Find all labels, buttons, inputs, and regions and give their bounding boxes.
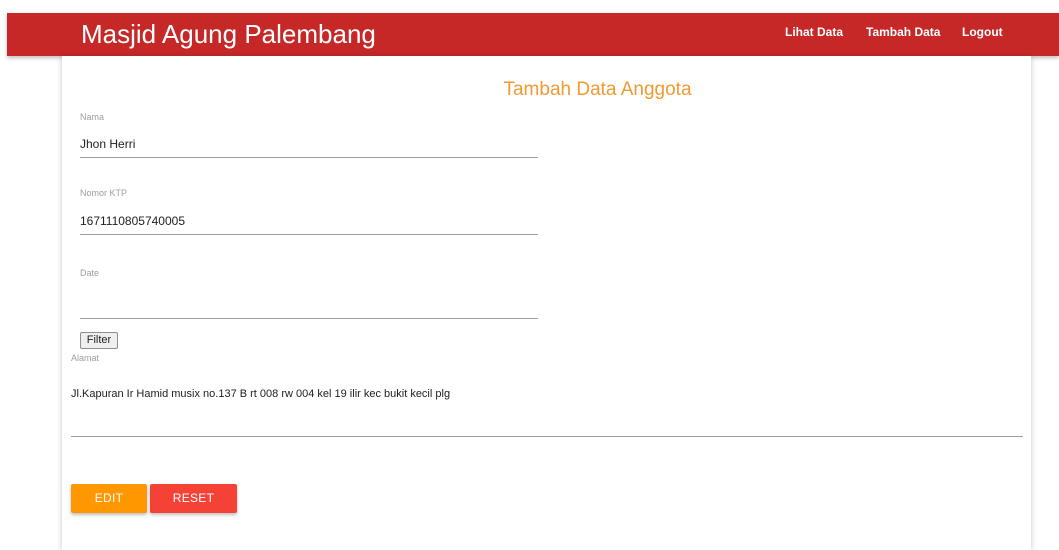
nav-tambah-data-link[interactable]: Tambah Data xyxy=(866,24,940,40)
form-card: Tambah Data Anggota Nama Nomor KTP Date … xyxy=(62,56,1031,550)
ktp-input[interactable] xyxy=(80,207,538,235)
alamat-label: Alamat xyxy=(71,353,100,363)
filter-button[interactable]: Filter xyxy=(80,332,118,349)
nav-logout-link[interactable]: Logout xyxy=(962,24,1003,40)
nama-label: Nama xyxy=(80,112,105,122)
date-input[interactable] xyxy=(80,286,538,319)
brand-title[interactable]: Masjid Agung Palembang xyxy=(81,18,376,50)
date-label: Date xyxy=(80,268,100,278)
top-navbar: Masjid Agung Palembang Lihat Data Tambah… xyxy=(7,13,1059,56)
nav-lihat-data-link[interactable]: Lihat Data xyxy=(785,24,843,40)
ktp-label: Nomor KTP xyxy=(80,188,128,198)
alamat-input[interactable] xyxy=(71,378,1023,437)
nama-input[interactable] xyxy=(80,130,538,158)
reset-button[interactable]: RESET xyxy=(150,484,237,513)
edit-button[interactable]: EDIT xyxy=(71,484,147,513)
form-title: Tambah Data Anggota xyxy=(503,79,692,100)
